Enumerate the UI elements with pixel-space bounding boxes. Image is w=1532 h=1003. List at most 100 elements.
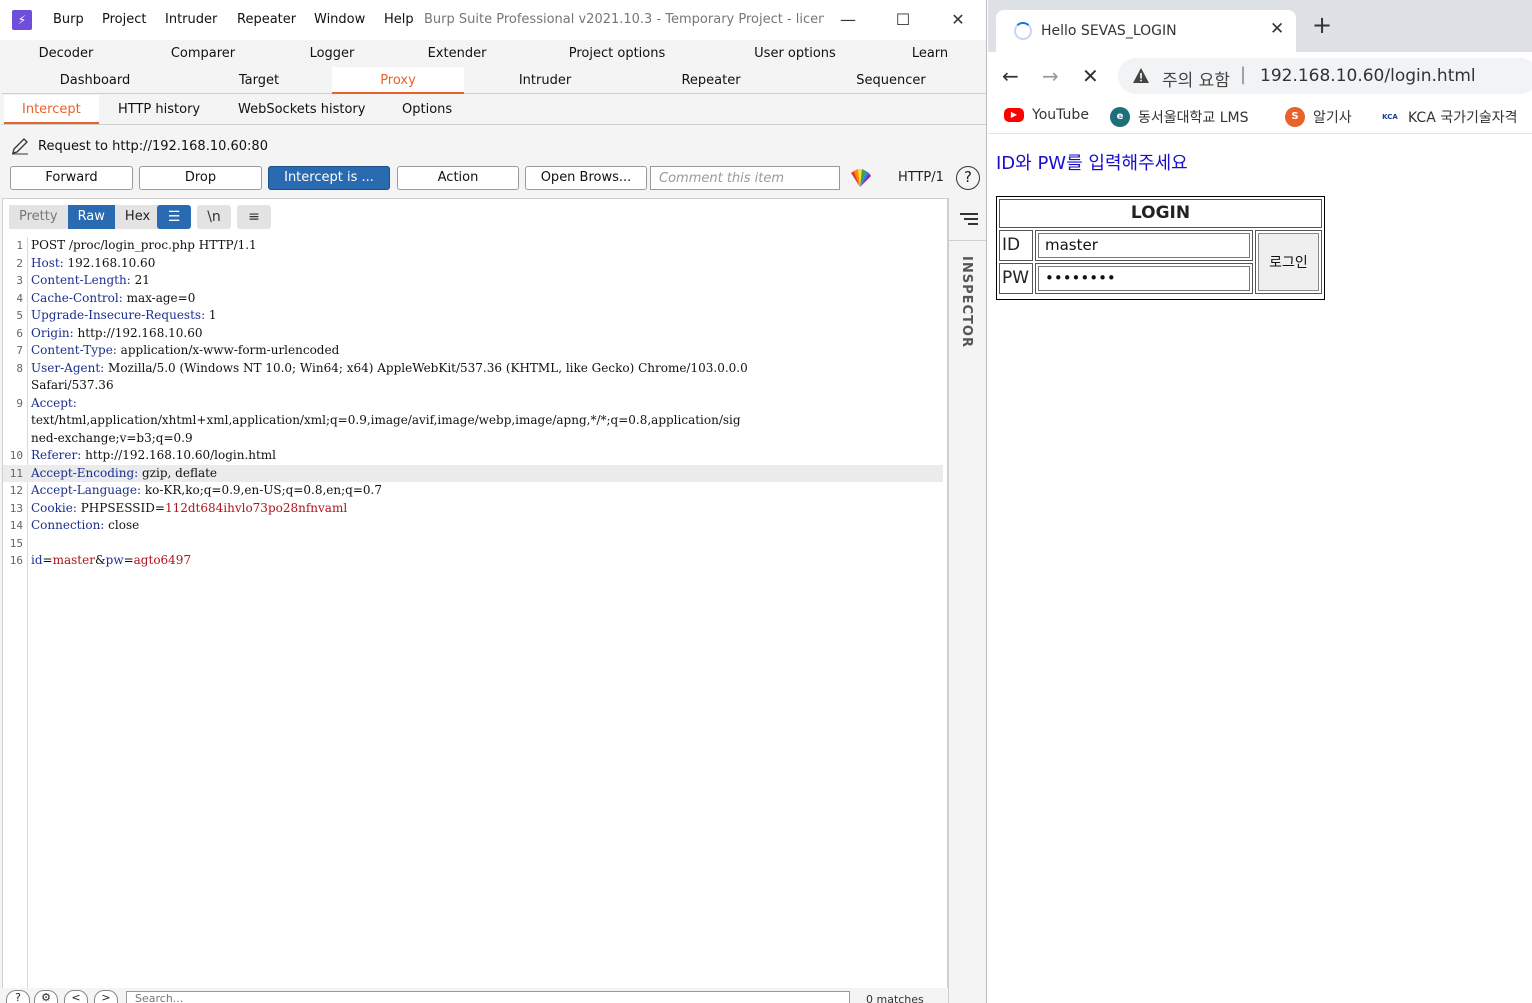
intercept-toggle-button[interactable]: Intercept is ... (268, 166, 390, 190)
menu-intruder[interactable]: Intruder (165, 12, 217, 27)
tab-dashboard[interactable]: Dashboard (2, 67, 188, 94)
inspector-label[interactable]: INSPECTOR (959, 256, 974, 348)
id-input[interactable]: master (1038, 233, 1250, 258)
url-text[interactable]: 192.168.10.60/login.html (1260, 66, 1476, 86)
tab-sequencer[interactable]: Sequencer (824, 67, 958, 94)
settings-gear-icon[interactable]: ⚙ (34, 990, 58, 1003)
minimize-icon[interactable]: — (834, 6, 862, 34)
view-tab-raw[interactable]: Raw (67, 205, 115, 229)
tab-repeater[interactable]: Repeater (644, 67, 778, 94)
pw-label: PW (999, 263, 1033, 294)
open-browser-button[interactable]: Open Brows... (525, 166, 647, 190)
tab-title: Hello SEVAS_LOGIN (1041, 23, 1177, 39)
header-key: Origin: (31, 325, 74, 340)
bookmark-kca[interactable]: KCA KCA 국가기술자격 (1380, 107, 1518, 127)
code-line[interactable]: 14 Connection: close (3, 517, 943, 535)
bookmark-lms[interactable]: e 동서울대학교 LMS (1110, 107, 1249, 127)
code-line[interactable]: 4 Cache-Control: max-age=0 (3, 290, 943, 308)
comment-input[interactable] (650, 166, 840, 190)
top-tabs-row2: Dashboard Target Proxy Intruder Repeater… (2, 67, 986, 94)
editor-menu-icon[interactable]: ≡ (237, 205, 271, 229)
code-line[interactable]: 16 id=master&pw=agto6497 (3, 552, 943, 570)
tab-proxy[interactable]: Proxy (332, 67, 464, 94)
code-line[interactable]: text/html,application/xhtml+xml,applicat… (3, 412, 943, 430)
header-value: max-age=0 (122, 290, 196, 305)
code-line[interactable]: 12 Accept-Language: ko-KR,ko;q=0.9,en-US;… (3, 482, 943, 500)
line-text: id=master&pw=agto6497 (31, 552, 191, 570)
http-version-label[interactable]: HTTP/1 (898, 170, 944, 185)
browser-tab[interactable]: Hello SEVAS_LOGIN ✕ (996, 10, 1296, 52)
inspector-menu-icon[interactable] (960, 212, 978, 226)
subtab-http-history[interactable]: HTTP history (100, 95, 218, 124)
stop-loading-icon[interactable]: ✕ (1082, 64, 1099, 88)
code-line[interactable]: Safari/537.36 (3, 377, 943, 395)
forward-arrow-icon[interactable]: → (1042, 64, 1059, 88)
tab-target[interactable]: Target (194, 67, 324, 94)
code-line[interactable]: 11 Accept-Encoding: gzip, deflate (3, 464, 943, 482)
action-button[interactable]: Action (397, 166, 519, 190)
menu-project[interactable]: Project (102, 12, 146, 27)
next-match-icon[interactable]: > (94, 990, 118, 1003)
line-number: 15 (9, 536, 23, 550)
bookmark-algisa[interactable]: S 알기사 (1285, 107, 1352, 127)
inspector-panel[interactable]: INSPECTOR (948, 198, 986, 1003)
wrap-lines-icon[interactable]: ☰ (157, 205, 191, 229)
tab-extender[interactable]: Extender (396, 40, 518, 67)
code-line[interactable]: 5 Upgrade-Insecure-Requests: 1 (3, 307, 943, 325)
maximize-icon[interactable]: ☐ (889, 6, 917, 34)
address-bar[interactable]: 주의 요함 | 192.168.10.60/login.html (1118, 58, 1532, 94)
previous-match-icon[interactable]: < (64, 990, 88, 1003)
search-input[interactable] (126, 991, 850, 1003)
code-line[interactable]: 7 Content-Type: application/x-www-form-ur… (3, 342, 943, 360)
security-warning-text[interactable]: 주의 요함 (1162, 66, 1230, 91)
view-tab-pretty[interactable]: Pretty (9, 205, 68, 229)
forward-button[interactable]: Forward (10, 166, 133, 190)
drop-button[interactable]: Drop (139, 166, 262, 190)
subtab-websockets-history[interactable]: WebSockets history (220, 95, 383, 124)
request-code[interactable]: 1 POST /proc/login_proc.php HTTP/1.1 2 Host… (3, 237, 947, 997)
tab-project-options[interactable]: Project options (542, 40, 692, 67)
help-icon[interactable]: ? (956, 166, 980, 190)
newline-toggle-icon[interactable]: \n (197, 205, 231, 229)
login-button[interactable]: 로그인 (1258, 233, 1319, 291)
tab-intruder[interactable]: Intruder (480, 67, 610, 94)
highlight-color-icon[interactable] (848, 167, 872, 189)
tab-learn[interactable]: Learn (895, 40, 965, 67)
code-line[interactable]: 9 Accept: (3, 395, 943, 413)
address-separator: | (1240, 64, 1247, 85)
warning-icon[interactable] (1132, 67, 1150, 85)
subtab-intercept[interactable]: Intercept (4, 95, 99, 124)
view-tab-hex[interactable]: Hex (114, 205, 161, 229)
back-arrow-icon[interactable]: ← (1002, 64, 1019, 88)
code-line[interactable]: 1 POST /proc/login_proc.php HTTP/1.1 (3, 237, 943, 255)
code-line[interactable]: 15 (3, 535, 943, 553)
login-table: LOGIN ID PW master •••••••• 로그인 (996, 196, 1325, 300)
code-line[interactable]: 2 Host: 192.168.10.60 (3, 255, 943, 273)
header-value: text/html,application/xhtml+xml,applicat… (31, 413, 741, 427)
browser-toolbar: ← → ✕ 주의 요함 | 192.168.10.60/login.html (988, 52, 1532, 100)
tab-logger[interactable]: Logger (270, 40, 394, 67)
tab-comparer[interactable]: Comparer (137, 40, 269, 67)
code-line[interactable]: 6 Origin: http://192.168.10.60 (3, 325, 943, 343)
code-line[interactable]: 3 Content-Length: 21 (3, 272, 943, 290)
close-icon[interactable]: ✕ (944, 6, 972, 34)
menu-window[interactable]: Window (314, 12, 365, 27)
code-line[interactable]: 13 Cookie: PHPSESSID=112dt684ihvlo73po28n… (3, 500, 943, 518)
tab-decoder[interactable]: Decoder (2, 40, 130, 67)
line-text: Origin: http://192.168.10.60 (31, 325, 203, 343)
tab-user-options[interactable]: User options (730, 40, 860, 67)
password-input[interactable]: •••••••• (1038, 266, 1250, 291)
bookmark-youtube[interactable]: ▶ YouTube (1004, 107, 1089, 123)
header-value: 21 (130, 273, 150, 287)
code-line[interactable]: ned-exchange;v=b3;q=0.9 (3, 430, 943, 448)
menu-help[interactable]: Help (384, 12, 414, 27)
code-line[interactable]: 8 User-Agent: Mozilla/5.0 (Windows NT 10.… (3, 360, 943, 378)
request-editor: Pretty Raw Hex ☰ \n ≡ 1 POST /proc/login_… (2, 198, 948, 1003)
code-line[interactable]: 10 Referer: http://192.168.10.60/login.ht… (3, 447, 943, 465)
menu-burp[interactable]: Burp (53, 12, 84, 27)
help-small-icon[interactable]: ? (6, 990, 30, 1003)
new-tab-icon[interactable]: + (1312, 13, 1332, 37)
menu-repeater[interactable]: Repeater (237, 12, 296, 27)
subtab-options[interactable]: Options (384, 95, 470, 124)
tab-close-icon[interactable]: ✕ (1270, 19, 1284, 39)
